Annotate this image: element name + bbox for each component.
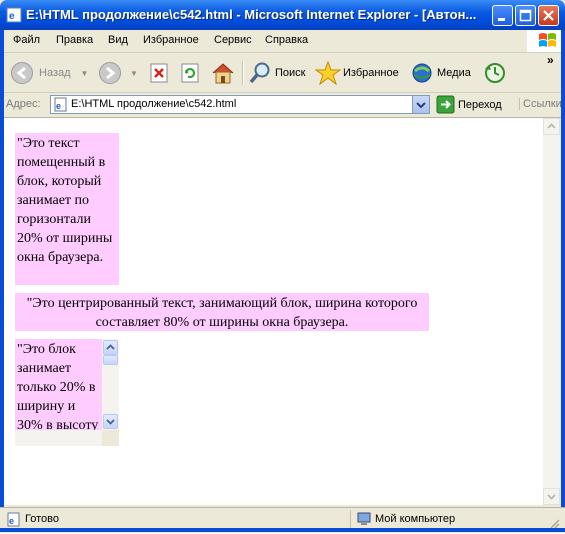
menu-file[interactable]: Файл	[13, 34, 40, 46]
page-scroll-up-button[interactable]	[543, 118, 560, 135]
media-button[interactable]: Медиа	[410, 59, 471, 87]
history-icon	[485, 63, 505, 83]
window-title: E:\HTML продолжение\c542.html - Microsof…	[26, 7, 477, 22]
page-scroll-down-button[interactable]	[543, 488, 560, 505]
chevron-down-icon: ▼	[80, 68, 89, 78]
maximize-icon	[519, 9, 532, 22]
toolbar-separator	[242, 61, 244, 85]
menu-favorites[interactable]: Избранное	[143, 34, 199, 46]
resize-grip-icon[interactable]	[548, 516, 560, 529]
back-label: Назад	[39, 67, 71, 79]
svg-text:e: e	[9, 516, 14, 526]
windows-logo	[527, 30, 565, 52]
media-icon	[412, 63, 432, 83]
chevron-up-icon	[547, 123, 556, 129]
favorites-button[interactable]: Избранное	[315, 59, 399, 87]
refresh-button[interactable]	[179, 59, 201, 87]
forward-button[interactable]: ▼	[98, 59, 138, 87]
computer-icon	[357, 512, 371, 525]
svg-text:e: e	[9, 11, 15, 22]
menu-view[interactable]: Вид	[108, 34, 128, 46]
internet-explorer-icon: e	[6, 7, 22, 23]
refresh-icon	[181, 63, 199, 83]
status-text: Готово	[25, 513, 59, 525]
menu-bar: Файл Правка Вид Избранное Сервис Справка	[0, 30, 565, 53]
address-dropdown-button[interactable]	[412, 96, 429, 113]
block-centered-80-percent: "Это центрированный текст, занимающий бл…	[15, 293, 429, 331]
star-icon	[315, 60, 341, 86]
address-label: Адрес:	[6, 98, 41, 110]
links-label[interactable]: Ссылки	[519, 98, 562, 110]
chevron-down-icon	[106, 419, 115, 425]
menu-tools[interactable]: Сервис	[214, 34, 252, 46]
close-icon	[543, 10, 554, 21]
chevron-down-icon: ▼	[130, 68, 138, 78]
menu-edit[interactable]: Правка	[56, 34, 93, 46]
minimize-button[interactable]	[492, 5, 513, 26]
search-label: Поиск	[275, 67, 306, 79]
block-scrollable-20x30: "Это блок занимает только 20% в ширину и…	[15, 339, 119, 446]
block-horizontal-scrollbar[interactable]	[15, 430, 102, 446]
close-button[interactable]	[538, 5, 559, 26]
search-button[interactable]: Поиск	[248, 59, 305, 87]
security-zone-text: Мой компьютер	[375, 513, 456, 525]
scroll-up-button[interactable]	[103, 340, 118, 355]
page-content: "Это текст помещенный в блок, который за…	[4, 118, 543, 505]
go-arrow-icon	[436, 95, 455, 114]
forward-arrow-icon	[99, 62, 121, 84]
chevron-down-icon	[547, 494, 556, 500]
chevron-up-icon	[106, 344, 115, 350]
back-button[interactable]: Назад ▼	[10, 59, 88, 87]
block-vertical-scrollbar[interactable]	[102, 339, 119, 430]
minimize-icon	[498, 18, 505, 21]
windows-flag-icon	[539, 33, 556, 47]
scroll-down-button[interactable]	[103, 414, 118, 429]
page-vertical-scrollbar[interactable]	[543, 118, 560, 505]
window-frame-right	[561, 30, 565, 508]
page-done-icon: e	[7, 512, 20, 527]
standard-toolbar: Назад ▼ ▼ Поиск Избранное Медиа »	[0, 53, 565, 93]
scroll-thumb[interactable]	[103, 355, 118, 365]
go-label: Переход	[458, 98, 502, 111]
menu-help[interactable]: Справка	[265, 34, 308, 46]
address-url: E:\HTML продолжение\c542.html	[71, 98, 237, 110]
address-bar: Адрес: e E:\HTML продолжение\c542.html П…	[0, 93, 565, 118]
media-label: Медиа	[437, 67, 471, 79]
address-input[interactable]: e E:\HTML продолжение\c542.html	[50, 95, 430, 114]
back-arrow-icon	[11, 62, 33, 84]
maximize-button[interactable]	[515, 5, 536, 26]
svg-text:e: e	[56, 101, 61, 111]
search-icon	[249, 62, 270, 84]
chevron-down-icon	[416, 102, 426, 109]
toolbar-more-chevron[interactable]: »	[547, 53, 554, 67]
stop-icon	[150, 63, 168, 83]
home-icon	[212, 63, 234, 84]
go-button[interactable]: Переход	[436, 95, 502, 114]
stop-button[interactable]	[148, 59, 170, 87]
scrollbar-corner	[102, 430, 119, 446]
block-20-percent-width: "Это текст помещенный в блок, который за…	[15, 133, 119, 285]
history-button[interactable]	[483, 59, 507, 87]
status-separator	[350, 510, 351, 529]
window-frame-bottom	[0, 528, 565, 532]
favorites-label: Избранное	[343, 67, 399, 79]
browser-window: e E:\HTML продолжение\c542.html - Micros…	[0, 0, 565, 533]
home-button[interactable]	[210, 59, 236, 87]
page-icon: e	[54, 97, 67, 112]
title-bar[interactable]: e E:\HTML продолжение\c542.html - Micros…	[0, 0, 565, 30]
